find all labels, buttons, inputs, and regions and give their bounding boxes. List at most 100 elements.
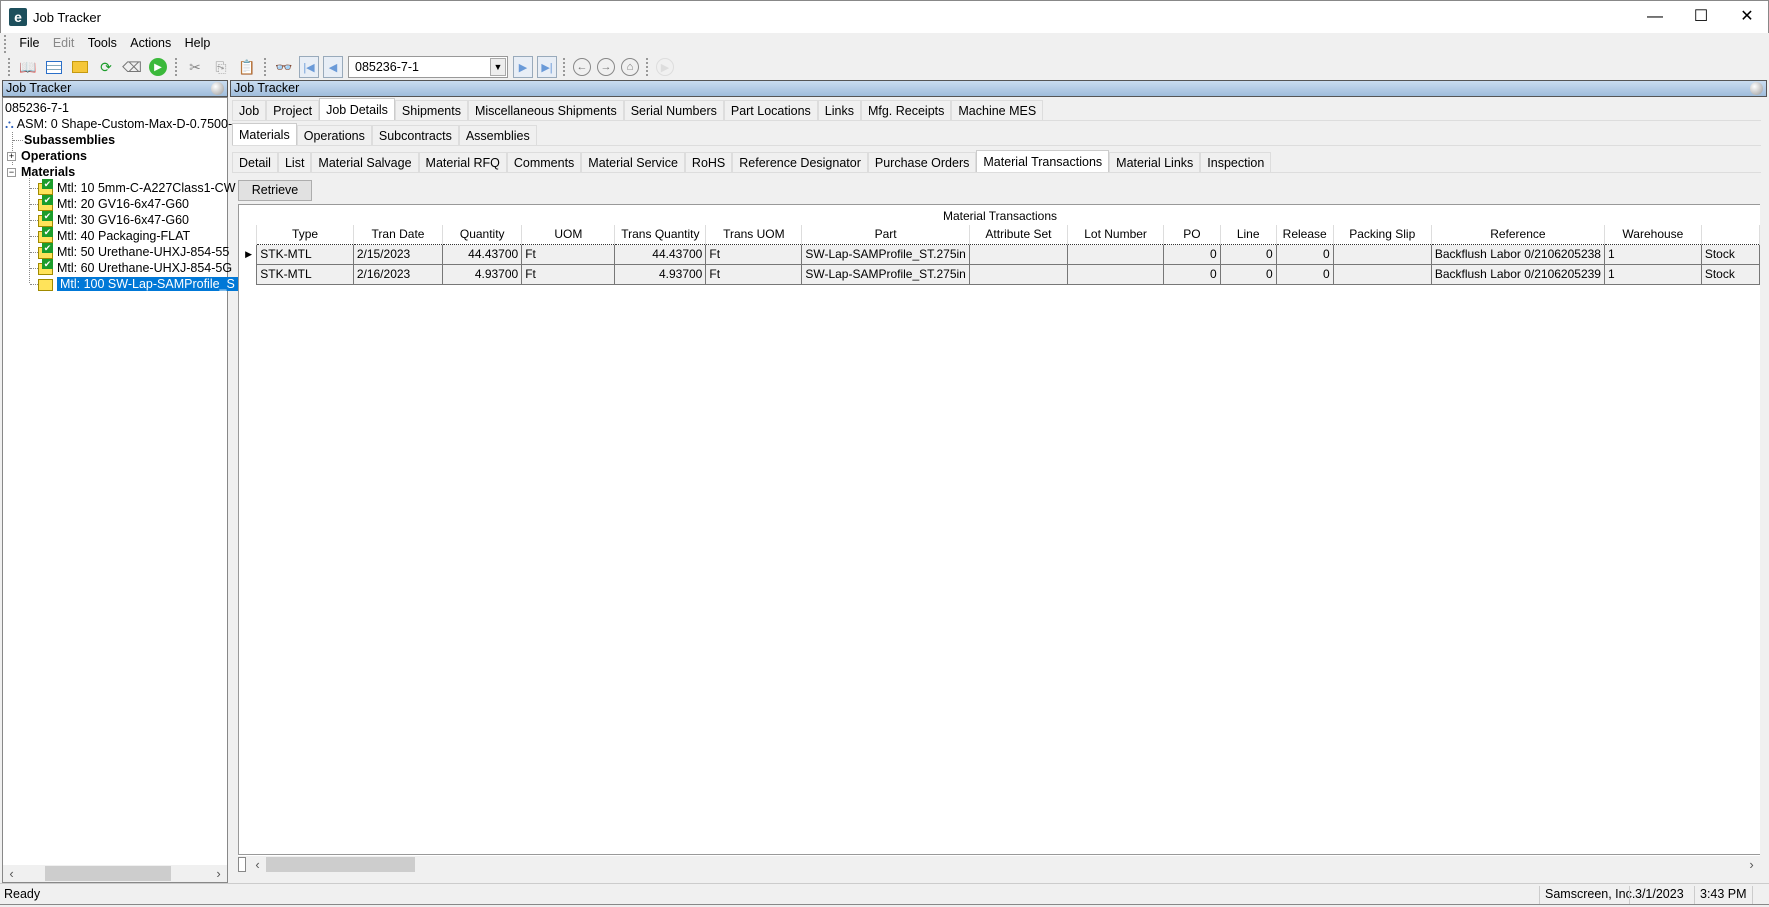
column-header[interactable]: Quantity xyxy=(442,225,523,244)
tab-material-transactions[interactable]: Material Transactions xyxy=(976,150,1110,172)
table-cell[interactable]: 1 xyxy=(1603,263,1702,285)
table-cell[interactable]: Ft xyxy=(521,243,616,265)
table-cell[interactable]: 44.43700 xyxy=(442,243,523,265)
tab-material-links[interactable]: Material Links xyxy=(1109,152,1201,172)
column-header[interactable]: Trans UOM xyxy=(705,225,803,244)
table-cell[interactable]: 1 xyxy=(1603,243,1702,265)
row-indicator[interactable] xyxy=(241,264,257,284)
column-header[interactable]: UOM xyxy=(521,225,616,244)
tree-operations[interactable]: + Operations xyxy=(7,148,87,164)
maximize-button[interactable]: ☐ xyxy=(1678,1,1724,33)
column-header[interactable]: Warehouse xyxy=(1604,225,1702,244)
tab-comments[interactable]: Comments xyxy=(506,152,582,172)
tab-mfg-receipts[interactable]: Mfg. Receipts xyxy=(860,100,952,120)
table-cell[interactable]: Ft xyxy=(705,263,803,285)
table-cell[interactable] xyxy=(1067,263,1165,285)
tree-material-item[interactable]: Mtl: 30 GV16-6x47-G60 xyxy=(38,210,189,228)
cut-icon[interactable]: ✂ xyxy=(184,56,206,78)
table-cell[interactable]: 0 xyxy=(1219,263,1277,285)
tree-material-item[interactable]: Mtl: 50 Urethane-UHXJ-854-55 xyxy=(38,242,229,260)
tab-operations[interactable]: Operations xyxy=(296,125,372,145)
table-cell[interactable]: 0 xyxy=(1163,243,1221,265)
tab-reference-designator[interactable]: Reference Designator xyxy=(732,152,868,172)
column-header[interactable]: Line xyxy=(1220,225,1277,244)
menu-actions[interactable]: Actions xyxy=(125,33,176,53)
tab-assemblies[interactable]: Assemblies xyxy=(458,125,537,145)
left-pane-scrollbar[interactable]: ‹ › xyxy=(3,865,227,882)
table-cell[interactable]: 0 xyxy=(1275,263,1334,285)
table-cell[interactable]: Stock xyxy=(1700,263,1760,285)
table-cell[interactable]: SW-Lap-SAMProfile_ST.275in xyxy=(801,263,970,285)
tab-material-service[interactable]: Material Service xyxy=(581,152,685,172)
first-record-button[interactable]: |◀ xyxy=(299,56,319,78)
expand-icon[interactable]: + xyxy=(7,152,16,162)
tab-material-rfq[interactable]: Material RFQ xyxy=(418,152,507,172)
column-header[interactable]: Lot Number xyxy=(1067,225,1165,244)
table-cell[interactable]: 0 xyxy=(1163,263,1221,285)
pin-icon[interactable] xyxy=(211,82,224,95)
scroll-left-icon[interactable]: ‹ xyxy=(249,857,266,872)
tree-materials[interactable]: − Materials xyxy=(7,164,75,180)
tab-list[interactable]: List xyxy=(277,152,312,172)
table-cell[interactable]: Ft xyxy=(521,263,616,285)
last-record-button[interactable]: ▶| xyxy=(537,56,557,78)
tab-shipments[interactable]: Shipments xyxy=(394,100,468,120)
next-record-button[interactable]: ▶ xyxy=(513,56,533,78)
tab-rohs[interactable]: RoHS xyxy=(684,152,733,172)
current-row-indicator-icon[interactable]: ▶ xyxy=(241,244,257,264)
column-header[interactable]: Part xyxy=(801,225,970,244)
tab-job-details[interactable]: Job Details xyxy=(319,98,395,120)
tree-material-item[interactable]: Mtl: 60 Urethane-UHXJ-854-5G xyxy=(38,258,232,276)
table-cell[interactable]: STK-MTL xyxy=(256,243,354,265)
refresh-icon[interactable]: ⟳ xyxy=(95,56,117,78)
menu-file[interactable]: File xyxy=(14,33,44,53)
column-header[interactable]: Tran Date xyxy=(353,225,444,244)
tree-material-item[interactable]: Mtl: 40 Packaging-FLAT xyxy=(38,226,190,244)
table-cell[interactable]: 2/16/2023 xyxy=(352,263,444,285)
table-cell[interactable]: 44.43700 xyxy=(614,243,707,265)
column-header[interactable]: Release xyxy=(1276,225,1334,244)
job-number-combo[interactable]: 085236-7-1 ▼ xyxy=(348,56,508,78)
table-cell[interactable]: 2/15/2023 xyxy=(352,243,444,265)
table-cell[interactable]: 4.93700 xyxy=(614,263,707,285)
tab-links[interactable]: Links xyxy=(817,100,861,120)
scrollbar-splitter[interactable] xyxy=(238,856,246,872)
back-icon[interactable]: ← xyxy=(573,58,591,76)
close-button[interactable]: ✕ xyxy=(1724,1,1769,33)
scroll-left-icon[interactable]: ‹ xyxy=(3,866,20,881)
column-header[interactable] xyxy=(1701,225,1760,244)
paste-icon[interactable]: 📋 xyxy=(236,56,258,78)
table-row[interactable]: ▶ STK-MTL 2/15/2023 44.43700 Ft 44.43700 Ft SW-… xyxy=(241,243,1760,265)
tab-material-salvage[interactable]: Material Salvage xyxy=(311,152,419,172)
minimize-button[interactable]: — xyxy=(1632,1,1678,33)
table-cell[interactable]: Ft xyxy=(705,243,803,265)
go-icon[interactable]: ▶ xyxy=(147,56,169,78)
table-cell[interactable] xyxy=(1332,263,1432,285)
menu-tools[interactable]: Tools xyxy=(83,33,122,53)
table-cell[interactable]: STK-MTL xyxy=(256,263,354,285)
tree-material-item[interactable]: Mtl: 100 SW-Lap-SAMProfile_S xyxy=(38,276,238,292)
table-row[interactable]: STK-MTL 2/16/2023 4.93700 Ft 4.93700 Ft SW-Lap… xyxy=(241,263,1760,285)
tab-part-locations[interactable]: Part Locations xyxy=(723,100,818,120)
copy-icon[interactable]: ⎘ xyxy=(210,56,232,78)
tree-material-item[interactable]: Mtl: 20 GV16-6x47-G60 xyxy=(38,194,189,212)
table-cell[interactable]: SW-Lap-SAMProfile_ST.275in xyxy=(801,243,970,265)
scroll-right-icon[interactable]: › xyxy=(1743,857,1760,872)
table-cell[interactable]: Stock xyxy=(1700,243,1760,265)
play-icon[interactable]: ▶ xyxy=(656,58,674,76)
column-header[interactable]: Attribute Set xyxy=(969,225,1069,244)
folder-icon[interactable] xyxy=(69,56,91,78)
column-header[interactable]: Reference xyxy=(1431,225,1605,244)
table-cell[interactable]: 0 xyxy=(1219,243,1277,265)
previous-record-button[interactable]: ◀ xyxy=(323,56,343,78)
eraser-icon[interactable]: ⌫ xyxy=(121,56,143,78)
table-cell[interactable] xyxy=(1067,243,1165,265)
scrollbar-thumb[interactable] xyxy=(45,866,171,881)
table-cell[interactable]: 4.93700 xyxy=(442,263,523,285)
grid-scrollbar[interactable]: ‹ › xyxy=(238,855,1760,872)
tab-inspection[interactable]: Inspection xyxy=(1200,152,1272,172)
tab-serial-numbers[interactable]: Serial Numbers xyxy=(623,100,724,120)
tab-project[interactable]: Project xyxy=(266,100,320,120)
table-cell[interactable]: 0 xyxy=(1275,243,1334,265)
scrollbar-thumb[interactable] xyxy=(266,856,415,872)
